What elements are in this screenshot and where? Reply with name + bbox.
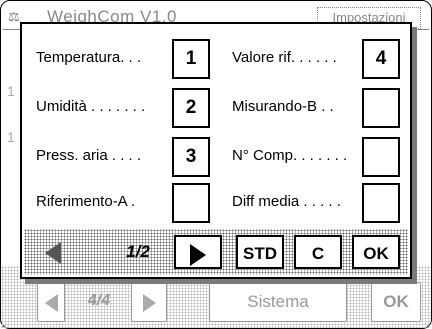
field-label-valore-rif: Valore rif. . . . . . — [232, 49, 337, 66]
arrow-left-icon — [45, 241, 61, 264]
field-slot-riferimento-a[interactable] — [172, 183, 210, 223]
field-slot-n-comp[interactable] — [362, 137, 400, 177]
scale-icon: ⚖ — [8, 9, 20, 24]
arrow-left-icon — [44, 293, 58, 312]
dialog-footer: 1/2 STD C OK — [24, 229, 408, 275]
field-label-umidita: Umidità . . . . . . . — [36, 98, 146, 115]
background-page-indicator: 4/4 — [87, 292, 111, 309]
ok-button[interactable]: OK — [352, 235, 400, 269]
background-sistema-button: Sistema — [209, 282, 347, 322]
field-slot-diff-media[interactable] — [362, 183, 400, 223]
prev-page-button[interactable] — [34, 235, 72, 269]
field-selection-dialog: Temperatura. . . 1 Valore rif. . . . . .… — [20, 22, 412, 279]
field-label-n-comp: N° Comp. . . . . . . — [232, 147, 348, 164]
arrow-right-icon — [142, 293, 156, 312]
field-slot-valore-rif[interactable]: 4 — [362, 39, 400, 79]
background-prev-page-button — [37, 282, 65, 322]
field-slot-temperatura[interactable]: 1 — [172, 39, 210, 79]
field-label-press-aria: Press. aria . . . . — [36, 147, 142, 164]
field-slot-umidita[interactable]: 2 — [172, 88, 210, 128]
field-label-riferimento-a: Riferimento-A . — [36, 193, 136, 210]
page-indicator: 1/2 — [126, 242, 150, 261]
clear-button[interactable]: C — [294, 235, 342, 269]
field-label-diff-media: Diff media . . . . . — [232, 193, 341, 210]
background-glyph: 1 — [7, 129, 15, 145]
dialog-row: Umidità . . . . . . . 2 Misurando-B . . — [22, 85, 410, 131]
dialog-row: Riferimento-A . Diff media . . . . . — [22, 180, 410, 226]
field-label-misurando-b: Misurando-B . . — [232, 98, 334, 115]
arrow-right-icon — [190, 243, 206, 266]
background-glyph: 1 — [7, 83, 15, 99]
background-next-page-button — [131, 282, 167, 322]
field-slot-press-aria[interactable]: 3 — [172, 137, 210, 177]
dialog-row: Press. aria . . . . 3 N° Comp. . . . . .… — [22, 134, 410, 180]
background-ok-button: OK — [371, 282, 421, 322]
std-button[interactable]: STD — [236, 235, 284, 269]
dialog-row: Temperatura. . . 1 Valore rif. . . . . .… — [22, 36, 410, 82]
field-label-temperatura: Temperatura. . . — [36, 49, 142, 66]
next-page-button[interactable] — [174, 235, 222, 269]
field-slot-misurando-b[interactable] — [362, 88, 400, 128]
